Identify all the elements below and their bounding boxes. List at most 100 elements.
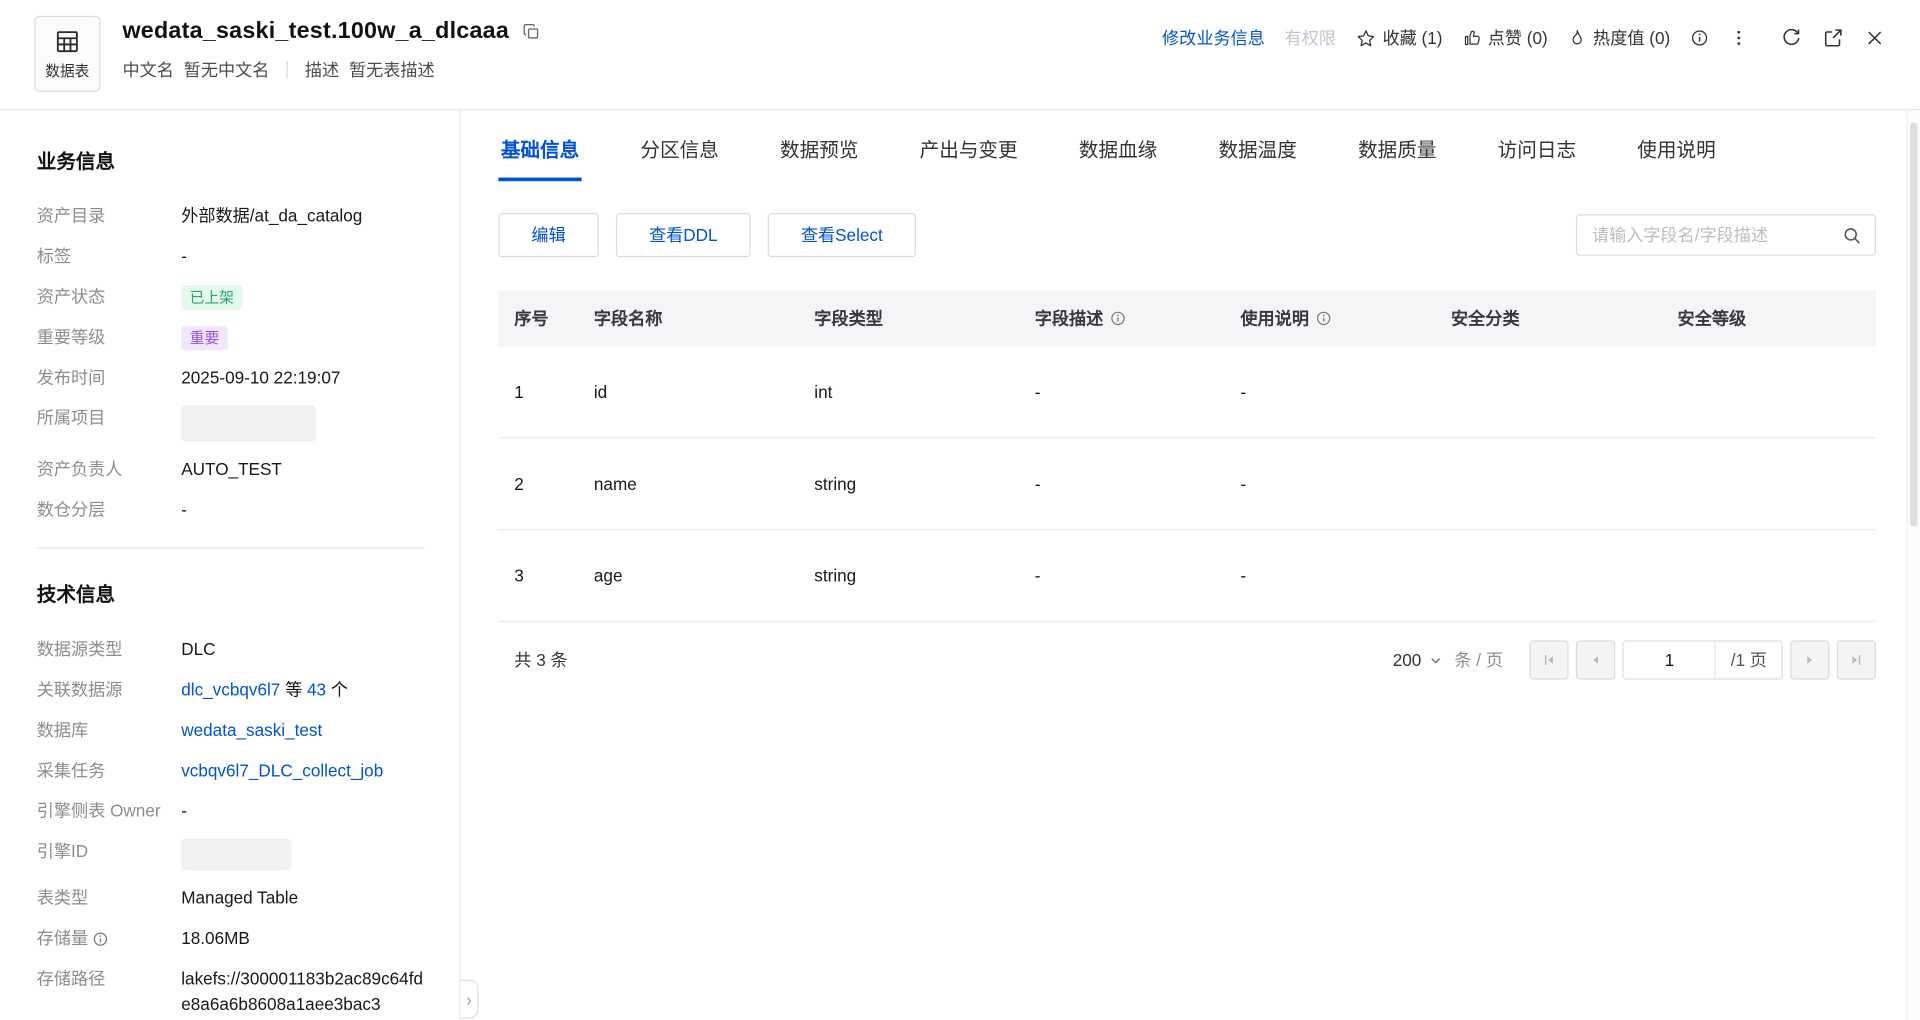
scrollbar-thumb[interactable] [1910,122,1917,526]
info-row-importance-level: 重要等级重要 [37,324,425,350]
info-label-publish-time: 发布时间 [37,365,181,391]
cell-field-desc: - [1019,382,1225,402]
field-search-box[interactable] [1576,214,1876,256]
view-ddl-button[interactable]: 查看DDL [616,213,751,257]
tab-data-quality[interactable]: 数据质量 [1356,131,1439,181]
link-collect-job[interactable]: vcbqv6l7_DLC_collect_job [181,760,383,780]
entity-type-tile: 数据表 [34,16,100,92]
info-row-database: 数据库wedata_saski_test [37,718,425,744]
table-body: 1idint--2namestring--3agestring-- [498,347,1876,623]
chevron-down-icon [1427,652,1443,668]
tab-access-log[interactable]: 访问日志 [1495,131,1578,181]
title-block: wedata_saski_test.100w_a_dlcaaa 中文名 暂无中文… [122,16,540,82]
info-value-warehouse-layer: - [181,497,425,523]
tab-data-preview[interactable]: 数据预览 [778,131,861,181]
close-icon[interactable] [1864,27,1886,49]
status-badge: 重要 [181,326,228,350]
edit-business-info-link[interactable]: 修改业务信息 [1162,26,1265,50]
info-label-asset-owner: 资产负责人 [37,457,181,483]
main-content: 基础信息 分区信息 数据预览 产出与变更 数据血缘 数据温度 数据质量 访问日志 使用说明 编辑… [460,110,1920,1020]
copy-icon[interactable] [521,22,541,42]
info-value-engine-id [181,839,425,871]
table-footer: 共 3 条 200 条 / 页 [498,640,1876,679]
text-linked-datasource-3: 个 [326,680,348,700]
info-label-storage-size: 存储量 [37,926,181,952]
tech-info-title: 技术信息 [37,578,425,607]
info-value-importance-level: 重要 [181,324,425,350]
info-row-warehouse-layer: 数仓分层- [37,497,425,523]
edit-button[interactable]: 编辑 [498,213,598,257]
page-size-select[interactable]: 200 [1393,650,1444,670]
heat-info-icon[interactable] [1690,28,1710,48]
info-icon[interactable] [1315,310,1332,327]
table-row: 3agestring-- [498,530,1876,622]
refresh-icon[interactable] [1780,27,1802,49]
page-number-input[interactable] [1624,642,1715,679]
scrollbar-track[interactable] [1907,110,1920,1020]
info-row-table-type: 表类型Managed Table [37,885,425,911]
cn-name-label: 中文名 [122,58,173,82]
info-icon [92,930,109,947]
tab-data-lineage[interactable]: 数据血缘 [1076,131,1159,181]
tab-data-temperature[interactable]: 数据温度 [1216,131,1299,181]
cell-usage-desc: - [1224,566,1435,586]
link-database[interactable]: wedata_saski_test [181,720,322,740]
search-input[interactable] [1589,224,1841,246]
info-value-engine-table-owner: - [181,798,425,824]
tab-bar: 基础信息 分区信息 数据预览 产出与变更 数据血缘 数据温度 数据质量 访问日志 使用说明 [498,131,1876,181]
tab-basic-info[interactable]: 基础信息 [498,131,581,181]
toolbar: 编辑 查看DDL 查看Select [498,213,1876,257]
info-value-asset-owner: AUTO_TEST [181,457,425,483]
cell-field-type: string [798,474,1018,494]
info-label-collect-job: 采集任务 [37,758,181,784]
info-row-storage-size: 存储量18.06MB [37,926,425,952]
column-header-field-desc: 字段描述 [1019,306,1225,330]
view-select-button[interactable]: 查看Select [768,213,916,257]
link-linked-datasource-0[interactable]: dlc_vcbqv6l7 [181,680,280,700]
next-page-button[interactable] [1790,640,1829,679]
text-linked-datasource-1: 等 [280,680,307,700]
fields-table: 序号字段名称字段类型字段描述使用说明安全分类安全等级 1idint--2name… [498,290,1876,622]
open-in-new-icon[interactable] [1822,27,1844,49]
info-value-storage-size: 18.06MB [181,926,425,952]
info-label-database: 数据库 [37,718,181,744]
cell-field-name: name [578,474,798,494]
info-row-linked-datasource: 关联数据源dlc_vcbqv6l7 等 43 个 [37,677,425,703]
header-actions: 修改业务信息 有权限 收藏 (1) 点赞 (0) [1162,26,1886,50]
cell-field-type: string [798,566,1018,586]
info-label-asset-status: 资产状态 [37,284,181,310]
cell-index: 1 [498,382,578,402]
column-header-field-name: 字段名称 [578,306,798,330]
cell-usage-desc: - [1224,382,1435,402]
header: 数据表 wedata_saski_test.100w_a_dlcaaa 中文名 … [0,0,1920,110]
data-table-icon [54,28,81,55]
like-button[interactable]: 点赞 (0) [1462,26,1548,50]
first-page-button[interactable] [1530,640,1569,679]
status-badge: 已上架 [181,285,242,309]
info-value-tags: - [181,244,425,270]
last-page-button[interactable] [1837,640,1876,679]
tab-output-and-change[interactable]: 产出与变更 [917,131,1020,181]
search-icon[interactable] [1842,225,1863,246]
cell-field-desc: - [1019,566,1225,586]
info-label-project: 所属项目 [37,405,181,431]
entity-type-label: 数据表 [45,59,89,80]
business-info-list: 资产目录外部数据/at_da_catalog标签-资产状态已上架重要等级重要发布… [37,203,425,523]
info-value-publish-time: 2025-09-10 22:19:07 [181,365,425,391]
link-linked-datasource-2[interactable]: 43 [307,680,326,700]
column-header-security-class: 安全分类 [1435,306,1662,330]
table-header-row: 序号字段名称字段类型字段描述使用说明安全分类安全等级 [498,290,1876,346]
sidebar-collapse-button[interactable]: › [460,980,478,1019]
info-icon[interactable] [1109,310,1126,327]
desc-label: 描述 [305,58,339,82]
prev-page-button[interactable] [1576,640,1615,679]
favorite-button[interactable]: 收藏 (1) [1356,26,1443,50]
more-options-icon[interactable] [1729,28,1749,48]
cell-index: 2 [498,474,578,494]
info-label-asset-catalog: 资产目录 [37,203,181,229]
tab-usage-guide[interactable]: 使用说明 [1635,131,1718,181]
info-row-collect-job: 采集任务vcbqv6l7_DLC_collect_job [37,758,425,784]
info-value-asset-status: 已上架 [181,284,425,310]
info-label-importance-level: 重要等级 [37,324,181,350]
tab-partition-info[interactable]: 分区信息 [638,131,721,181]
